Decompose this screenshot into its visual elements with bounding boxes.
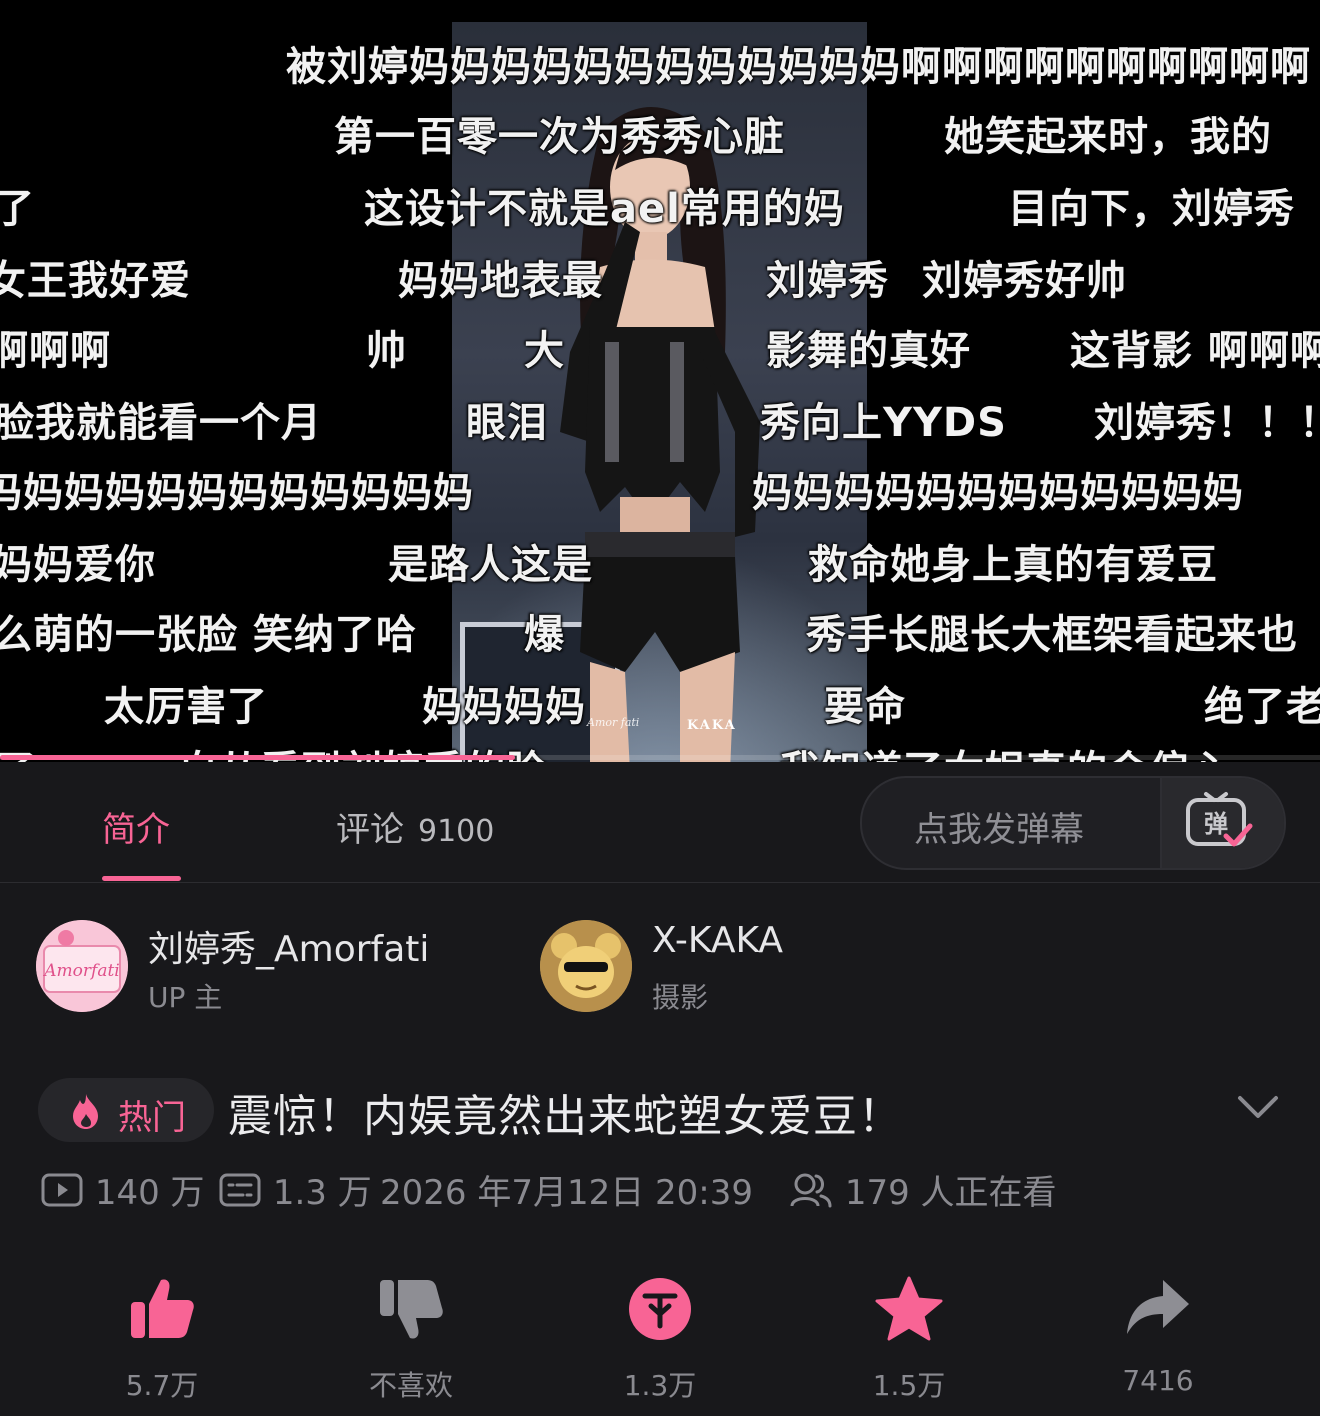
avatar-text: Amorfati — [42, 961, 119, 981]
danmaku-comment: 绝了老 — [1204, 684, 1320, 730]
kaka-watermark: KAKA — [687, 718, 737, 733]
thumbs-down-icon — [380, 1280, 443, 1339]
progress-fill — [0, 755, 515, 760]
thumbs-up-icon — [131, 1279, 194, 1338]
coin-icon — [629, 1278, 691, 1340]
tab-comments-label: 评论 — [336, 810, 404, 850]
coin-count: 1.3万 — [623, 1369, 697, 1402]
video-title: 震惊！内娱竟然出来蛇塑女爱豆！ — [228, 1091, 903, 1142]
danmaku-comment: 眼泪 — [466, 400, 548, 446]
watching-count: 179 人正在看 — [788, 1165, 1057, 1214]
danmaku-comment: 了 — [0, 186, 35, 232]
people-icon — [790, 1173, 832, 1207]
dislike-button[interactable]: 不喜欢 — [331, 1274, 491, 1404]
danmaku-count: 1.3 万 — [218, 1165, 372, 1214]
star-icon — [875, 1276, 943, 1341]
photographer-name[interactable]: X-KAKA — [652, 920, 783, 961]
danmaku-input-box[interactable]: 点我发弹幕 弹 — [860, 776, 1286, 870]
play-count-icon — [41, 1173, 83, 1206]
signature-watermark: Amor fati — [587, 716, 640, 729]
like-button[interactable]: 5.7万 — [82, 1274, 242, 1404]
danmaku-icon: 弹 — [1186, 792, 1253, 847]
danmaku-comment: 爆 — [524, 612, 565, 658]
tab-bar: 简介 评论 9100 点我发弹幕 弹 — [0, 762, 1320, 883]
hot-badge[interactable]: 热门 — [38, 1078, 214, 1142]
video-player[interactable]: Amor fati KAKA 被刘婷妈妈妈妈妈妈妈妈妈妈妈妈啊啊啊啊啊啊啊啊啊啊… — [0, 0, 1320, 762]
danmaku-comment: 么萌的一张脸 笑纳了哈 — [0, 612, 417, 658]
watching-count-value: 179 人正在看 — [844, 1173, 1057, 1213]
photographer-avatar[interactable] — [540, 920, 632, 1012]
view-count-value: 140 万 — [94, 1173, 205, 1213]
hot-label: 热门 — [118, 1098, 186, 1138]
danmaku-comment: 秀手长腿长大框架看起来也 — [806, 612, 1298, 658]
share-button[interactable]: 7416 — [1078, 1274, 1238, 1397]
tab-intro[interactable]: 简介 — [102, 802, 170, 851]
uploader-avatar[interactable]: Amorfati — [36, 920, 128, 1012]
tab-comments[interactable]: 评论 9100 — [336, 802, 494, 851]
danmaku-comment: 太厉害了 — [104, 684, 268, 730]
danmaku-toggle-button[interactable]: 弹 — [1160, 778, 1284, 868]
danmaku-comment: 啊啊啊 — [0, 328, 111, 374]
share-count: 7416 — [1122, 1364, 1194, 1397]
danmaku-comment: 要命 — [824, 684, 906, 730]
publish-time: 2026 年7月12日 20:39 — [380, 1173, 754, 1213]
dislike-label: 不喜欢 — [368, 1369, 453, 1402]
danmaku-comment: 这背影 啊啊啊 — [1070, 328, 1320, 374]
danmaku-comment: 影舞的真好 — [766, 328, 971, 374]
danmaku-comment: 妈妈妈妈妈妈妈妈妈妈妈妈 — [752, 470, 1244, 516]
danmaku-comment: 大 — [524, 328, 565, 374]
danmaku-comment: 脸我就能看一个月 — [0, 400, 322, 446]
danmaku-comment: 这设计不就是ael常用的妈 — [364, 186, 845, 232]
danmaku-comment: 妈妈妈妈 — [422, 684, 586, 730]
danmaku-count-icon — [219, 1173, 261, 1206]
danmaku-input[interactable]: 点我发弹幕 — [914, 802, 1084, 851]
view-count: 140 万 — [40, 1165, 205, 1214]
favorite-button[interactable]: 1.5万 — [829, 1274, 989, 1404]
chevron-down-icon[interactable] — [1236, 1092, 1280, 1122]
danmaku-count-value: 1.3 万 — [272, 1173, 372, 1213]
danmaku-comment: 妈妈妈妈妈妈妈妈妈妈妈妈 — [0, 470, 474, 516]
coin-button[interactable]: 1.3万 — [580, 1274, 740, 1404]
danmaku-comment: 帅 — [366, 328, 407, 374]
danmaku-comment: 妈妈地表最 — [398, 258, 603, 304]
danmaku-comment: 刘婷秀好帅 — [922, 258, 1127, 304]
danmaku-comment: 救命她身上真的有爱豆 — [808, 542, 1218, 588]
like-count: 5.7万 — [125, 1369, 199, 1402]
uploader-role: UP 主 — [148, 981, 223, 1014]
favorite-count: 1.5万 — [872, 1369, 946, 1402]
photographer-role: 摄影 — [652, 981, 709, 1014]
danmaku-comment: 她笑起来时，我的 — [944, 114, 1272, 160]
danmaku-comment: 第一百零一次为秀秀心脏 — [334, 114, 785, 160]
danmaku-icon-text: 弹 — [1204, 810, 1228, 838]
flame-icon — [73, 1094, 98, 1129]
tab-active-indicator — [102, 876, 181, 881]
danmaku-comment: 妈妈爱你 — [0, 542, 156, 588]
danmaku-comment: 被刘婷妈妈妈妈妈妈妈妈妈妈妈妈啊啊啊啊啊啊啊啊啊啊 — [286, 44, 1311, 90]
uploader-name[interactable]: 刘婷秀_Amorfati — [148, 920, 429, 972]
danmaku-comment: 刘婷秀！！！ — [1094, 400, 1320, 446]
danmaku-comment: 目向下，刘婷秀 — [1008, 186, 1295, 232]
tab-intro-label: 简介 — [102, 810, 170, 850]
share-icon — [1127, 1280, 1189, 1334]
danmaku-comment: 刘婷秀 — [766, 258, 889, 304]
progress-bar[interactable] — [0, 755, 1320, 760]
danmaku-comment: 秀向上YYDS — [760, 400, 1007, 446]
comment-count: 9100 — [418, 814, 495, 849]
danmaku-comment: 是路人这是 — [388, 542, 593, 588]
danmaku-comment: 女王我好爱 — [0, 258, 191, 304]
